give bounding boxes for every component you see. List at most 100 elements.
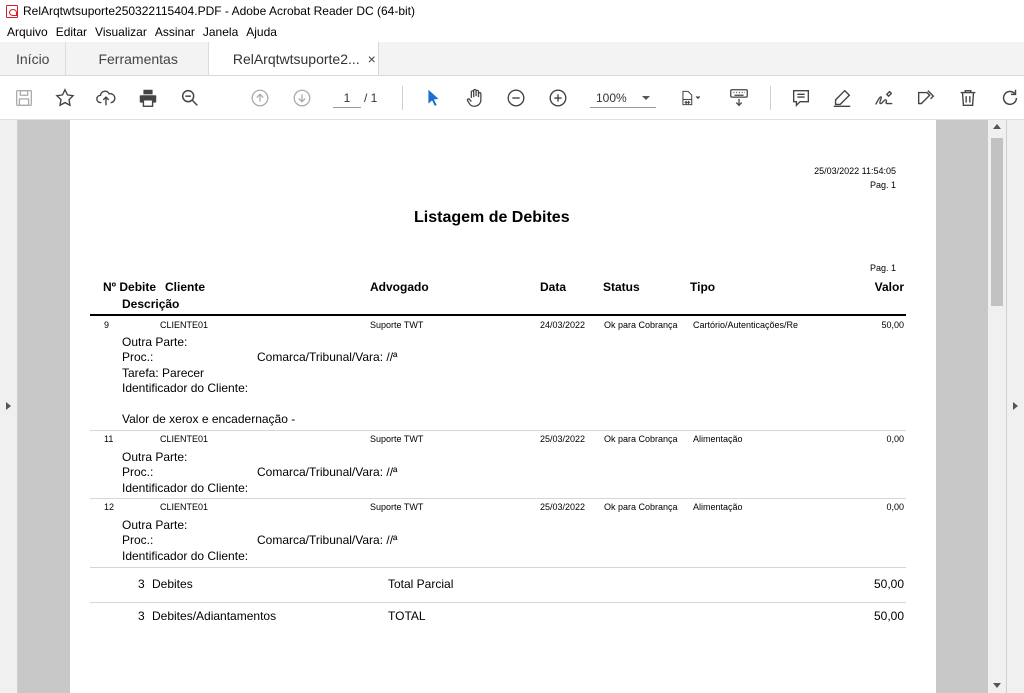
menu-arquivo[interactable]: Arquivo	[4, 25, 51, 39]
total-valor: 50,00	[873, 577, 904, 591]
highlight-button[interactable]	[828, 84, 856, 112]
toolbar: 1 / 1 100%	[0, 76, 1024, 120]
previous-page-button[interactable]	[246, 84, 274, 112]
cursor-arrow-icon	[428, 89, 439, 106]
print-button[interactable]	[134, 84, 162, 112]
row-divider	[90, 498, 906, 499]
scroll-down-icon[interactable]	[993, 683, 1001, 688]
comment-button[interactable]	[787, 84, 815, 112]
grand-total-kind: TOTAL	[388, 609, 426, 623]
row-proc: Proc.:	[122, 350, 154, 364]
chevron-down-icon	[642, 96, 650, 100]
menu-ajuda[interactable]: Ajuda	[243, 25, 280, 39]
row-divider	[90, 567, 906, 568]
row-outra-parte: Outra Parte:	[122, 450, 188, 464]
save-button[interactable]	[10, 84, 38, 112]
edit-document-icon	[917, 90, 935, 105]
row-num: 9	[104, 320, 110, 330]
row-outra-parte: Outra Parte:	[122, 335, 188, 349]
toolbar-divider	[402, 86, 403, 110]
window-title: RelArqtwtsuporte250322115404.PDF - Adobe…	[23, 4, 415, 18]
cloud-upload-icon	[96, 90, 116, 106]
zoom-in-button[interactable]	[544, 84, 572, 112]
row-comarca: Comarca/Tribunal/Vara: //ª	[257, 350, 398, 364]
tab-home[interactable]: Início	[0, 42, 67, 75]
menu-visualizar[interactable]: Visualizar	[92, 25, 150, 39]
col-descricao: Descrição	[122, 297, 180, 311]
page-total: / 1	[364, 91, 378, 105]
scroll-up-icon[interactable]	[993, 124, 1001, 129]
scroll-mode-button[interactable]	[725, 84, 753, 112]
report-title: Listagem de Debites	[414, 209, 570, 226]
report-page-top: Pag. 1	[869, 180, 896, 190]
total-label: Debites	[152, 577, 193, 591]
tab-document[interactable]: RelArqtwtsuporte2... ×	[208, 42, 379, 75]
fit-page-button[interactable]	[674, 84, 708, 112]
row-identificador: Identificador do Cliente:	[122, 381, 249, 395]
edit-text-button[interactable]	[912, 84, 940, 112]
col-status: Status	[603, 280, 640, 294]
title-bar: RelArqtwtsuporte250322115404.PDF - Adobe…	[0, 0, 1024, 22]
menu-janela[interactable]: Janela	[200, 25, 241, 39]
row-identificador: Identificador do Cliente:	[122, 481, 249, 495]
page-number-input[interactable]: 1	[333, 88, 361, 108]
header-divider	[90, 314, 906, 316]
report-page-header: Pag. 1	[869, 263, 896, 273]
plus-circle-icon	[549, 89, 567, 107]
search-icon	[181, 89, 198, 106]
bookmark-button[interactable]	[51, 84, 79, 112]
hand-icon	[466, 88, 482, 107]
row-num: 11	[104, 434, 114, 444]
delete-button[interactable]	[954, 84, 982, 112]
upload-button[interactable]	[92, 84, 120, 112]
col-data: Data	[540, 280, 567, 294]
arrow-up-circle-icon	[251, 89, 269, 107]
row-data: 25/03/2022	[540, 434, 586, 444]
star-icon	[55, 88, 75, 107]
hand-tool-button[interactable]	[461, 84, 489, 112]
acrobat-logo-icon	[6, 4, 18, 18]
row-cliente: CLIENTE01	[160, 320, 209, 330]
menu-assinar[interactable]: Assinar	[152, 25, 198, 39]
grand-total-valor: 50,00	[873, 609, 904, 623]
right-panel-toggle[interactable]	[1006, 120, 1024, 693]
tab-document-label: RelArqtwtsuporte2...	[232, 50, 360, 67]
tab-bar: Início Ferramentas RelArqtwtsuporte2... …	[0, 42, 1024, 76]
col-advogado: Advogado	[370, 280, 429, 294]
chevron-right-icon	[6, 402, 11, 410]
rotate-button[interactable]	[996, 84, 1024, 112]
row-advogado: Suporte TWT	[370, 502, 424, 512]
row-proc: Proc.:	[122, 465, 154, 479]
rotate-icon	[1002, 89, 1018, 106]
col-cliente: Cliente	[165, 280, 206, 294]
document-viewport: 25/03/2022 11:54:05 Pag. 1 Listagem de D…	[0, 120, 1024, 693]
zoom-level-select[interactable]: 100%	[590, 88, 656, 108]
close-tab-icon[interactable]: ×	[368, 51, 376, 67]
vertical-scrollbar[interactable]	[988, 120, 1006, 693]
select-tool-button[interactable]	[419, 84, 447, 112]
row-outra-parte: Outra Parte:	[122, 518, 188, 532]
report-datetime: 25/03/2022 11:54:05	[814, 166, 896, 176]
col-num-debite: Nº Debite	[103, 280, 157, 294]
left-panel-toggle[interactable]	[0, 120, 18, 693]
row-valor: 0,00	[886, 434, 904, 444]
row-comarca: Comarca/Tribunal/Vara: //ª	[257, 533, 398, 547]
menu-bar: Arquivo Editar Visualizar Assinar Janela…	[0, 22, 1024, 42]
menu-editar[interactable]: Editar	[53, 25, 90, 39]
row-tipo: Cartório/Autenticações/Re	[693, 320, 799, 330]
toolbar-divider	[770, 86, 771, 110]
minus-circle-icon	[507, 89, 525, 107]
zoom-out-button[interactable]	[502, 84, 530, 112]
next-page-button[interactable]	[288, 84, 316, 112]
scrollbar-thumb[interactable]	[991, 138, 1003, 306]
sign-button[interactable]	[870, 84, 898, 112]
trash-icon	[960, 89, 976, 107]
comment-icon	[792, 89, 810, 107]
grand-total-count: 3	[138, 609, 145, 623]
find-button[interactable]	[176, 84, 204, 112]
tab-tools[interactable]: Ferramentas	[66, 42, 209, 75]
row-cliente: CLIENTE01	[160, 434, 209, 444]
row-tipo: Alimentação	[693, 434, 743, 444]
save-icon	[16, 90, 32, 106]
pen-icon	[833, 89, 851, 107]
